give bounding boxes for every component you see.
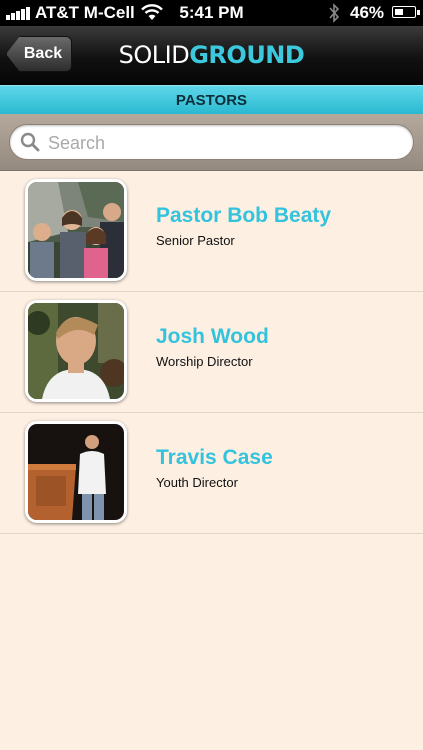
person-name: Josh Wood	[156, 325, 269, 348]
person-role: Senior Pastor	[156, 233, 235, 248]
avatar	[25, 300, 127, 402]
speaker-photo	[28, 424, 124, 520]
bluetooth-icon	[329, 3, 340, 23]
search-field[interactable]	[9, 124, 414, 160]
avatar	[25, 179, 127, 281]
search-input[interactable]	[46, 129, 400, 157]
navigation-bar: Back SOLIDGROUND	[0, 26, 423, 85]
battery-percentage: 46%	[350, 3, 385, 22]
search-bar	[0, 114, 423, 171]
list-item[interactable]: Josh Wood Worship Director	[0, 292, 423, 413]
person-name: Pastor Bob Beaty	[156, 204, 332, 227]
status-bar: AT&T M-Cell 5:41 PM 46%	[0, 0, 423, 26]
portrait-photo	[28, 303, 124, 399]
avatar	[25, 421, 127, 523]
section-title: PASTORS	[175, 92, 248, 109]
section-header: PASTORS	[0, 85, 423, 115]
family-photo	[28, 182, 124, 278]
person-name: Travis Case	[156, 446, 273, 469]
list-item[interactable]: Travis Case Youth Director	[0, 413, 423, 534]
solidground-logo: SOLIDGROUND	[118, 41, 305, 69]
pastors-list: Pastor Bob Beaty Senior Pastor Josh Wood…	[0, 171, 423, 534]
search-icon	[20, 132, 40, 152]
list-item[interactable]: Pastor Bob Beaty Senior Pastor	[0, 171, 423, 292]
person-role: Youth Director	[156, 475, 238, 490]
battery-icon	[392, 6, 416, 18]
person-role: Worship Director	[156, 354, 253, 369]
